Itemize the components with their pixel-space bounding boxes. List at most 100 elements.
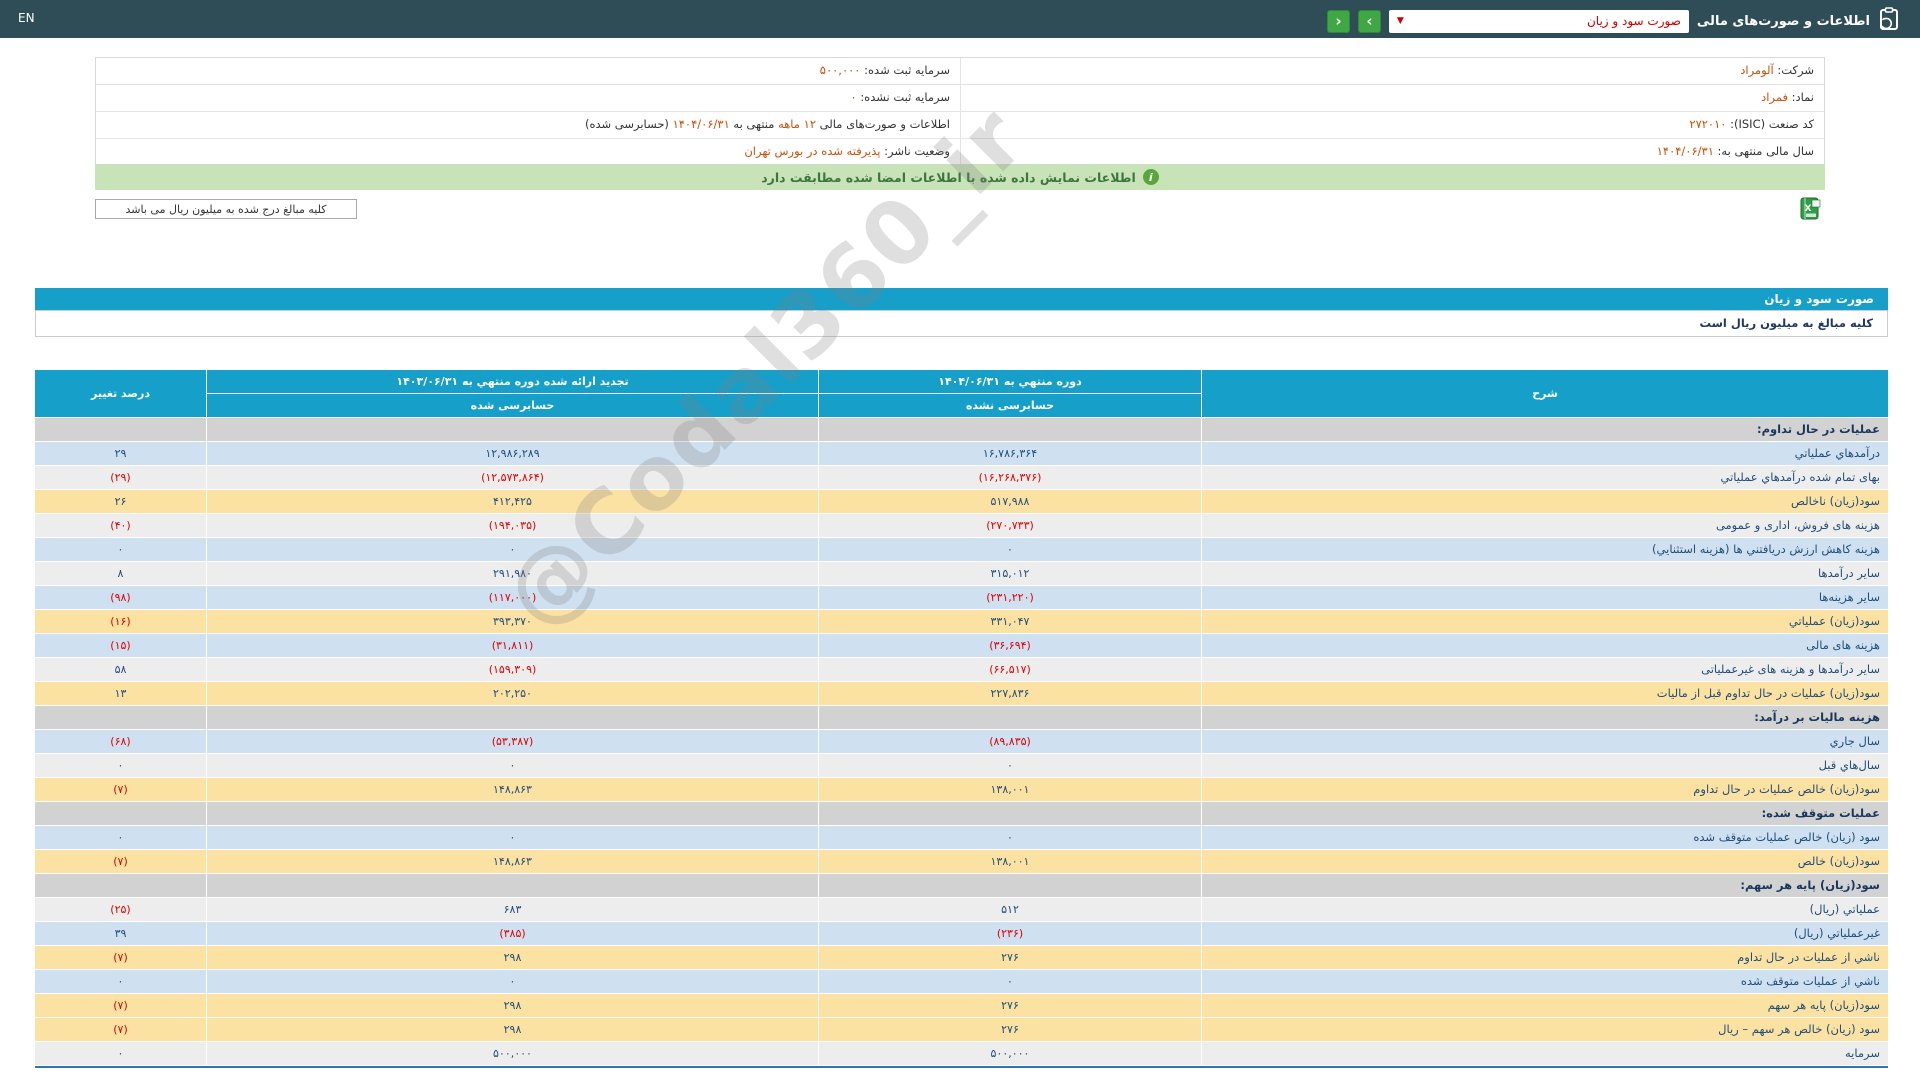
row-value-current: (۲۳۱,۲۲۰)	[819, 586, 1201, 609]
row-value-current: (۱۶,۲۶۸,۳۷۶)	[819, 466, 1201, 489]
header-description: شرح	[1202, 370, 1888, 417]
row-value-current: ۰	[819, 970, 1201, 993]
unregistered-capital-cell: سرمایه ثبت نشده: ۰	[96, 85, 960, 111]
row-percent-change: ۲۶	[35, 490, 206, 513]
statement-period: ۱۲ ماهه	[778, 117, 816, 131]
row-percent-change: ۱۳	[35, 682, 206, 705]
row-value-current: ۳۱۵,۰۱۲	[819, 562, 1201, 585]
row-value-prior	[207, 802, 818, 825]
table-row: سایر درآمدها و هزینه های غیرعملیاتی (۶۶,…	[35, 658, 1888, 681]
row-label: سال‌هاي قبل	[1202, 754, 1888, 777]
row-label: سود(زیان) خالص	[1202, 850, 1888, 873]
row-value-current: ۲۷۶	[819, 994, 1201, 1017]
row-label: بهای تمام شده درآمدهاي عملياتي	[1202, 466, 1888, 489]
row-value-prior: (۱۱۷,۰۰۰)	[207, 586, 818, 609]
statement-title-bar: صورت سود و زیان	[35, 288, 1888, 310]
table-row: سود(زیان) خالص ۱۳۸,۰۰۱ ۱۴۸,۸۶۳ (۷)	[35, 850, 1888, 873]
row-label: سایر درآمدها و هزینه های غیرعملیاتی	[1202, 658, 1888, 681]
row-value-current: ۲۷۶	[819, 1018, 1201, 1041]
statement-middle: منتهی به	[733, 117, 774, 131]
row-label: سال جاري	[1202, 730, 1888, 753]
row-value-current: (۲۷۰,۷۳۳)	[819, 514, 1201, 537]
fiscal-year-value: ۱۴۰۴/۰۶/۳۱	[1657, 144, 1714, 158]
row-value-prior: ۱۴۸,۸۶۳	[207, 778, 818, 801]
row-percent-change: (۷)	[35, 1018, 206, 1041]
info-row: سال مالی منتهی به: ۱۴۰۴/۰۶/۳۱ وضعیت ناشر…	[96, 139, 1824, 165]
table-row: عملیات در حال تداوم:	[35, 418, 1888, 441]
statement-period-cell: اطلاعات و صورت‌های مالی ۱۲ ماهه منتهی به…	[96, 112, 960, 138]
company-label: شرکت:	[1777, 63, 1814, 77]
ticker-value: فمراد	[1761, 90, 1788, 104]
row-label: سایر درآمدها	[1202, 562, 1888, 585]
row-value-current: ۰	[819, 754, 1201, 777]
row-label: سرمایه	[1202, 1042, 1888, 1065]
table-row: هزینه های مالی (۳۶,۶۹۴) (۳۱,۸۱۱) (۱۵)	[35, 634, 1888, 657]
publisher-value: پذیرفته شده در بورس تهران	[744, 144, 880, 158]
table-row: سایر هزینه‌ها (۲۳۱,۲۲۰) (۱۱۷,۰۰۰) (۹۸)	[35, 586, 1888, 609]
next-statement-button[interactable]: ›	[1358, 10, 1381, 33]
company-value: آلومراد	[1740, 63, 1773, 77]
fiscal-year-label: سال مالی منتهی به:	[1718, 144, 1814, 158]
row-label: درآمدهاي عملياتي	[1202, 442, 1888, 465]
chevron-down-icon: ▼	[1397, 16, 1404, 26]
row-value-prior: ۱۴۸,۸۶۳	[207, 850, 818, 873]
row-label: عملیاتي (ریال)	[1202, 898, 1888, 921]
table-row: ناشي از عملیات متوقف شده ۰ ۰ ۰	[35, 970, 1888, 993]
info-row: کد صنعت (ISIC): ۲۷۲۰۱۰ اطلاعات و صورت‌ها…	[96, 112, 1824, 139]
row-value-current: (۶۶,۵۱۷)	[819, 658, 1201, 681]
statement-type-value: صورت سود و زیان	[1587, 14, 1681, 28]
publisher-status-cell: وضعیت ناشر: پذیرفته شده در بورس تهران	[96, 139, 960, 165]
statement-type-dropdown[interactable]: صورت سود و زیان ▼	[1389, 10, 1689, 33]
row-value-prior: ۲۹۸	[207, 994, 818, 1017]
row-percent-change: ۳۹	[35, 922, 206, 945]
row-value-prior: (۱۵۹,۳۰۹)	[207, 658, 818, 681]
page-root: { "colors": { "topbar_bg": "#2e4d56", "a…	[0, 0, 1920, 1080]
row-label: سود(زیان) پایه هر سهم:	[1202, 874, 1888, 897]
row-value-prior: (۳۱,۸۱۱)	[207, 634, 818, 657]
row-value-prior: ۰	[207, 970, 818, 993]
row-value-current: ۱۳۸,۰۰۱	[819, 778, 1201, 801]
table-row: سود(زیان) عملياتي ۳۳۱,۰۴۷ ۳۹۳,۳۷۰ (۱۶)	[35, 610, 1888, 633]
row-value-current: ۰	[819, 826, 1201, 849]
row-value-prior: ۲۰۲,۲۵۰	[207, 682, 818, 705]
row-percent-change: ۰	[35, 1042, 206, 1065]
prev-statement-button[interactable]: ‹	[1327, 10, 1350, 33]
table-row: عملیاتي (ریال) ۵۱۲ ۶۸۳ (۲۵)	[35, 898, 1888, 921]
row-value-prior: ۶۸۳	[207, 898, 818, 921]
row-percent-change	[35, 802, 206, 825]
row-value-current: ۳۳۱,۰۴۷	[819, 610, 1201, 633]
row-label: ناشي از عملیات متوقف شده	[1202, 970, 1888, 993]
isic-label: کد صنعت (ISIC):	[1730, 117, 1814, 131]
fiscal-year-cell: سال مالی منتهی به: ۱۴۰۴/۰۶/۳۱	[960, 139, 1824, 165]
row-percent-change: ۰	[35, 754, 206, 777]
table-row: سود(زیان) پایه هر سهم:	[35, 874, 1888, 897]
row-value-prior	[207, 874, 818, 897]
row-value-prior: ۴۱۲,۴۲۵	[207, 490, 818, 513]
row-label: سود(زیان) عملياتي	[1202, 610, 1888, 633]
table-row: بهای تمام شده درآمدهاي عملياتي (۱۶,۲۶۸,۳…	[35, 466, 1888, 489]
row-label: ناشي از عملیات در حال تداوم	[1202, 946, 1888, 969]
row-value-current: ۵۱۷,۹۸۸	[819, 490, 1201, 513]
isic-code-cell: کد صنعت (ISIC): ۲۷۲۰۱۰	[960, 112, 1824, 138]
table-row: ناشي از عملیات در حال تداوم ۲۷۶ ۲۹۸ (۷)	[35, 946, 1888, 969]
row-label: عملیات متوقف شده:	[1202, 802, 1888, 825]
row-percent-change: (۷)	[35, 850, 206, 873]
capital-value: ۰	[850, 90, 856, 104]
capital-value: ۵۰۰,۰۰۰	[820, 63, 861, 77]
excel-export-button[interactable]: X	[1798, 196, 1824, 222]
ticker-cell: نماد: فمراد	[960, 85, 1824, 111]
signature-match-notice: i اطلاعات نمایش داده شده با اطلاعات امضا…	[95, 164, 1825, 190]
row-value-current	[819, 418, 1201, 441]
registered-capital-cell: سرمایه ثبت شده: ۵۰۰,۰۰۰	[96, 58, 960, 84]
row-value-prior: ۰	[207, 538, 818, 561]
row-percent-change: ۰	[35, 826, 206, 849]
table-row: هزینه کاهش ارزش دریافتني ها (هزینه استثن…	[35, 538, 1888, 561]
language-switch-en[interactable]: EN	[18, 11, 35, 25]
info-row: نماد: فمراد سرمایه ثبت نشده: ۰	[96, 85, 1824, 112]
table-row: سرمایه ۵۰۰,۰۰۰ ۵۰۰,۰۰۰ ۰	[35, 1042, 1888, 1065]
row-value-prior	[207, 418, 818, 441]
row-label: عملیات در حال تداوم:	[1202, 418, 1888, 441]
row-percent-change: (۴۰)	[35, 514, 206, 537]
row-label: هزینه های فروش، اداری و عمومی	[1202, 514, 1888, 537]
row-label: سود (زیان) خالص عملیات متوقف شده	[1202, 826, 1888, 849]
